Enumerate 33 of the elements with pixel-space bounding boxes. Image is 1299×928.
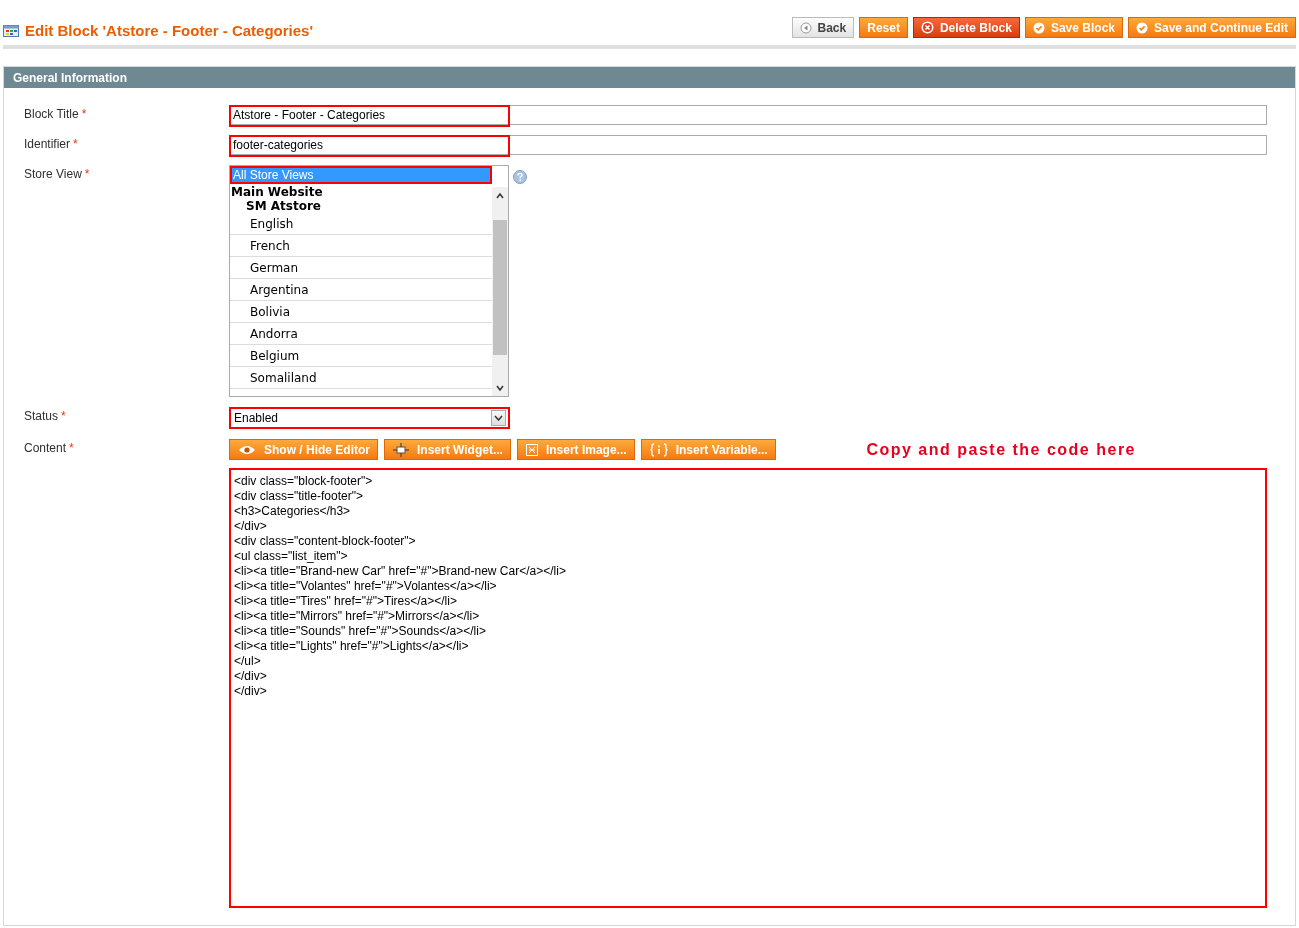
text-input[interactable]: footer-categories	[229, 135, 1267, 155]
image-icon	[525, 443, 538, 456]
check-icon	[1136, 21, 1148, 34]
toolbar-button[interactable]: Back	[791, 17, 855, 38]
field-label: Identifier *	[24, 136, 79, 153]
list-option[interactable]: Bolivia	[230, 301, 492, 323]
list-option[interactable]: French	[230, 235, 492, 257]
list-option[interactable]: German	[230, 257, 492, 279]
widget-icon	[393, 442, 409, 457]
field-label: Content *	[24, 440, 75, 457]
toolbar-button[interactable]: Delete Block	[912, 17, 1020, 38]
field-label: Block Title *	[24, 106, 88, 123]
close-icon	[920, 21, 934, 34]
text-input[interactable]: Atstore - Footer - Categories	[229, 105, 1267, 125]
annotation-text: Copy and paste the code here	[866, 440, 1136, 459]
field-label: Store View *	[24, 166, 91, 183]
list-option[interactable]: English	[230, 213, 492, 235]
scrollbar[interactable]	[492, 187, 508, 396]
eye-icon	[238, 444, 256, 455]
variable-braces-icon	[649, 442, 668, 457]
field-label: Status *	[24, 408, 67, 425]
list-option[interactable]: Belgium	[230, 345, 492, 367]
store-view-listbox[interactable]: All Store Views Main Website SM Atstore English French German Argentina Bolivia Andorra Belgium Somaliland	[229, 165, 509, 397]
list-option[interactable]: Argentina	[230, 279, 492, 301]
check-icon	[1032, 21, 1045, 34]
option-group-label: SM Atstore	[245, 199, 322, 213]
option-group-label: Main Website	[230, 184, 324, 199]
content-textarea[interactable]: <div class="block-footer"> <div class="title-footer"> <h3>Categories</h3> </div> <div class="content-block-footer"> <ul class="list_item"> <li><a title="Brand-new Car" href="#">Brand-new Car</a></li> <li><a title="Volantes" href="#">Volantes</a></li> <li><a title="Tires" href="#">Tires</a></li> <li><a title="Mirrors" href="#">Mirrors</a></li> <li><a title="Sounds" href="#">Sounds</a></li> <li><a title="Lights" href="#">Lights</a></li> </ul> </div> </div>	[229, 468, 1267, 908]
grid-icon	[3, 24, 19, 37]
list-option[interactable]: Andorra	[230, 323, 492, 345]
section-header: General Information	[4, 67, 1295, 88]
page-title: Edit Block 'Atstore - Footer - Categories'	[25, 22, 313, 39]
list-option[interactable]: Somaliland	[230, 367, 492, 389]
